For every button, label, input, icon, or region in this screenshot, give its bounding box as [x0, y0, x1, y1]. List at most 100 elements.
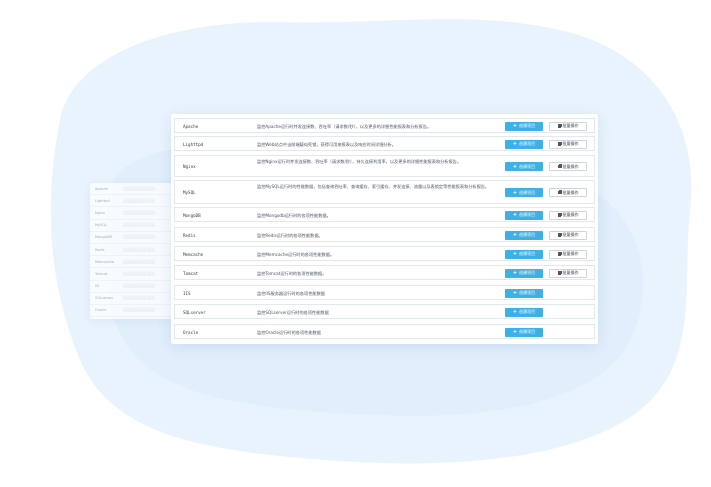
plus-icon: +	[512, 251, 518, 257]
create-project-button[interactable]: + 创建项目	[505, 230, 543, 240]
batch-operation-label: 批量操作	[562, 270, 579, 275]
batch-operation-button[interactable]: 批量操作	[549, 210, 587, 220]
create-project-label: 创建项目	[519, 290, 536, 295]
plugin-description: 监控Nginx运行时并发连接数、吞吐率（请求数/秒），持久连接利用率，以及更多的…	[257, 159, 462, 164]
copy-icon	[557, 251, 563, 256]
table-row: MySQL 监控MySQL运行时的性能数据，包括查询吞吐率、查询缓存、索引缓存、并…	[174, 180, 595, 204]
table-row: Lighttpd 监控Web站点中当前端疑似死锁，获得可用来报表以及响应时间详细分…	[174, 136, 595, 151]
create-project-button[interactable]: + 创建项目	[505, 210, 543, 220]
background-list-item: Apache ░░░░░░░░░░░░	[90, 183, 172, 196]
plugin-description: 监控Memcache运行时的各项性能数据。	[257, 251, 335, 257]
background-item-description: ░░░░░░░░░░░░	[123, 223, 156, 228]
batch-operation-button[interactable]: 批量操作	[549, 121, 587, 131]
background-item-name: Memcache	[95, 259, 114, 264]
background-item-name: Oracle	[95, 308, 107, 313]
batch-operation-label: 批量操作	[562, 141, 579, 146]
background-item-description: ░░░░░░░░░░░░	[123, 235, 156, 240]
batch-operation-button[interactable]: 批量操作	[549, 230, 587, 240]
copy-icon	[557, 141, 563, 146]
copy-icon	[557, 123, 563, 128]
plus-icon: +	[512, 189, 518, 196]
background-list-item: Oracle ░░░░░░░░░░░░	[90, 305, 172, 318]
background-item-description: ░░░░░░░░░░░░	[123, 271, 156, 276]
table-row: Oracle 监控Oracle运行时的各项性能数据 + 创建项目	[174, 324, 595, 339]
batch-operation-label: 批量操作	[562, 232, 579, 237]
background-item-description: ░░░░░░░░░░░░	[123, 259, 156, 264]
plus-icon: +	[512, 232, 518, 238]
batch-operation-button[interactable]: 批量操作	[549, 188, 587, 197]
copy-icon	[557, 212, 563, 217]
create-project-button[interactable]: + 创建项目	[505, 121, 543, 131]
plugin-description: 监控SQLserver运行时的各项性能数据	[257, 309, 329, 315]
create-project-label: 创建项目	[519, 270, 536, 275]
plus-icon: +	[512, 270, 518, 276]
background-list-item: IIS ░░░░░░░░░░░░	[90, 281, 172, 293]
plus-icon: +	[512, 163, 518, 170]
background-item-description: ░░░░░░░░░░░░	[123, 296, 156, 301]
plus-icon: +	[512, 123, 518, 129]
create-project-label: 创建项目	[519, 309, 536, 314]
create-project-button[interactable]: + 创建项目	[505, 188, 543, 197]
table-row: MongoDB 监控Mongodb运行时的各项性能数据。 + 创建项目 批量操作	[174, 207, 595, 222]
background-item-name: SQLserver	[95, 296, 114, 301]
plugin-name: Apache	[183, 123, 199, 129]
copy-icon	[557, 232, 563, 237]
background-list-item: Memcache ░░░░░░░░░░░░	[90, 256, 172, 269]
background-item-name: IIS	[95, 284, 100, 289]
batch-operation-label: 批量操作	[562, 212, 579, 217]
create-project-button[interactable]: + 创建项目	[505, 249, 543, 259]
background-list-item: MongoDB ░░░░░░░░░░░░	[90, 232, 172, 244]
table-row: SQLserver 监控SQLserver运行时的各项性能数据 + 创建项目	[174, 304, 595, 319]
batch-operation-button[interactable]: 批量操作	[549, 162, 587, 171]
background-item-description: ░░░░░░░░░░░░	[123, 308, 156, 313]
copy-icon	[557, 270, 563, 275]
create-project-button[interactable]: + 创建项目	[505, 139, 543, 149]
background-plugin-list: Apache ░░░░░░░░░░░░ Lighttpd ░░░░░░░░░░░░ Ng…	[90, 183, 172, 319]
batch-operation-label: 批量操作	[562, 163, 579, 169]
create-project-button[interactable]: + 创建项目	[505, 268, 543, 278]
create-project-label: 创建项目	[519, 251, 536, 256]
plugin-description: 监控Mongodb运行时的各项性能数据。	[257, 212, 331, 218]
background-item-name: Lighttpd	[95, 198, 110, 203]
table-row: IIS 监控IIS服务器运行时的各项性能数据 + 创建项目	[174, 285, 595, 300]
batch-operation-label: 批量操作	[562, 123, 579, 128]
plugin-description: 监控Tomcat运行时的各项性能数据。	[257, 270, 327, 276]
batch-operation-label: 批量操作	[562, 189, 579, 195]
plugin-name: IIS	[183, 290, 191, 296]
batch-operation-button[interactable]: 批量操作	[549, 139, 587, 149]
table-row: Apache 监控Apache运行时并发连接数、吞吐率（请求数/秒），以及更多的详…	[174, 118, 595, 133]
background-item-name: Tomcat	[95, 271, 108, 276]
background-item-description: ░░░░░░░░░░░░	[123, 210, 156, 215]
plugin-name: Tomcat	[183, 270, 199, 276]
copy-icon	[557, 190, 563, 195]
background-item-name: Redis	[95, 247, 105, 252]
background-item-name: MySQL	[95, 223, 108, 228]
batch-operation-button[interactable]: 批量操作	[549, 249, 587, 259]
background-item-description: ░░░░░░░░░░░░	[123, 198, 156, 203]
plugin-description: 监控IIS服务器运行时的各项性能数据	[257, 290, 325, 296]
copy-icon	[557, 164, 563, 169]
background-list-item: Tomcat ░░░░░░░░░░░░	[90, 268, 172, 281]
create-project-button[interactable]: + 创建项目	[505, 288, 543, 298]
plus-icon: +	[512, 329, 518, 335]
plugin-name: Nginx	[183, 164, 196, 169]
create-project-button[interactable]: + 创建项目	[505, 307, 543, 317]
plugin-name: MongoDB	[183, 212, 201, 218]
plus-icon: +	[512, 141, 518, 147]
plus-icon: +	[512, 290, 518, 296]
table-row: Memcache 监控Memcache运行时的各项性能数据。 + 创建项目 批量操作	[174, 246, 595, 261]
create-project-label: 创建项目	[519, 212, 536, 217]
plugin-name: Oracle	[183, 329, 199, 335]
background-list-item: Redis ░░░░░░░░░░░░	[90, 244, 172, 257]
create-project-button[interactable]: + 创建项目	[505, 162, 543, 171]
create-project-label: 创建项目	[519, 329, 536, 334]
plugin-description: 监控Oracle运行时的各项性能数据	[257, 329, 321, 335]
background-list-item: Lighttpd ░░░░░░░░░░░░	[90, 195, 172, 208]
create-project-button[interactable]: + 创建项目	[505, 327, 543, 337]
batch-operation-label: 批量操作	[562, 251, 579, 256]
plugin-name: MySQL	[183, 190, 196, 195]
background-list-item: Nginx ░░░░░░░░░░░░	[90, 207, 172, 220]
plugin-description: 监控Web站点中当前端疑似死锁，获得可用来报表以及响应时间详细分析。	[257, 141, 396, 147]
batch-operation-button[interactable]: 批量操作	[549, 268, 587, 278]
plugin-description: 监控Apache运行时并发连接数、吞吐率（请求数/秒），以及更多的详细性能报表和…	[257, 123, 432, 129]
